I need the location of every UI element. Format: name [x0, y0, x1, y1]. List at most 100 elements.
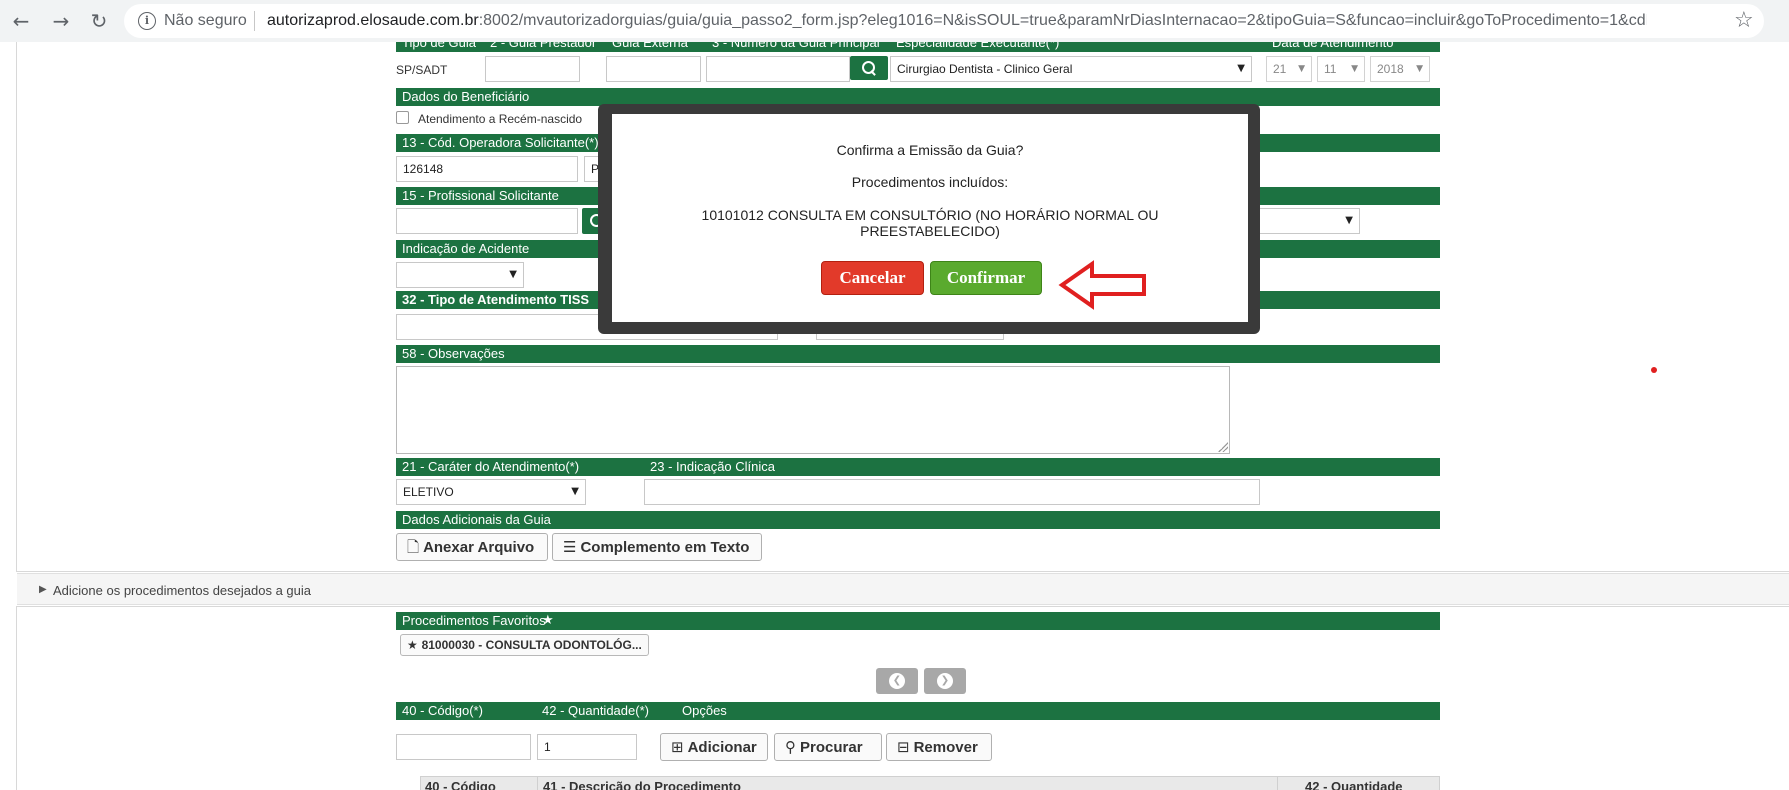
day-select[interactable]: 21 [1266, 56, 1312, 82]
acidente-select[interactable] [396, 262, 524, 288]
acidente-title: Indicação de Acidente [402, 241, 530, 256]
guia-externa-input[interactable] [606, 56, 701, 82]
guide-header-bar: Tipo de Guia 2 - Guia Prestador Guia Ext… [396, 42, 1440, 52]
data-atendimento-label: Data de Atendimento [1272, 42, 1394, 50]
address-bar[interactable]: i Não seguro autorizaprod.elosaude.com.b… [124, 4, 1764, 38]
codigo-label: 40 - Código(*) [402, 703, 483, 718]
anexar-arquivo-button[interactable]: 🗋 Anexar Arquivo [396, 533, 548, 561]
plus-square-icon: ⊞ [671, 738, 684, 756]
next-page-button[interactable]: ❯ [924, 668, 966, 694]
red-dot-marker [1651, 367, 1657, 373]
frame-border [16, 571, 1789, 572]
frame-border [16, 606, 17, 790]
bookmark-star-icon[interactable]: ☆ [1734, 8, 1754, 33]
numero-guia-principal-label: 3 - Número da Guia Principal [712, 42, 880, 50]
next-circle-icon: ❯ [937, 673, 953, 689]
opcoes-label: Opções [682, 703, 727, 718]
search-icon: ⚲ [785, 738, 796, 756]
remover-button[interactable]: ⊟ Remover [886, 733, 992, 761]
recem-nascido-label: Atendimento a Recém-nascido [418, 112, 583, 126]
profissional-title: 15 - Profissional Solicitante [402, 188, 559, 203]
year-select[interactable]: 2018 [1370, 56, 1430, 82]
file-icon: 🗋 [407, 538, 420, 556]
anexar-arquivo-label: Anexar Arquivo [423, 539, 535, 556]
star-icon: ★ [407, 638, 422, 652]
favoritos-header: Procedimentos Favoritos ★ [396, 612, 1440, 630]
favorite-procedure-label: 81000030 - CONSULTA ODONTOLÓG... [421, 638, 642, 652]
procedures-accordion[interactable]: ▶ Adicione os procedimentos desejados a … [17, 573, 1789, 605]
month-select[interactable]: 11 [1317, 56, 1365, 82]
caret-right-icon: ▶ [39, 584, 47, 595]
table-divider [537, 777, 538, 790]
favorite-procedure-chip[interactable]: ★ 81000030 - CONSULTA ODONTOLÓG... [400, 634, 649, 656]
favoritos-title: Procedimentos Favoritos [402, 613, 546, 628]
complemento-texto-button[interactable]: ☰ Complemento em Texto [552, 533, 762, 561]
url-path: :8002/mvautorizadorguias/guia/guia_passo… [478, 12, 1647, 29]
guia-prestador-label: 2 - Guia Prestador [490, 42, 597, 50]
codigo-input[interactable] [396, 734, 531, 760]
table-header-quantidade: 42 - Quantidade [1305, 779, 1403, 790]
table-divider [1277, 777, 1278, 790]
recem-nascido-checkbox[interactable] [396, 111, 409, 124]
adicionar-label: Adicionar [687, 739, 757, 756]
cancel-button[interactable]: Cancelar [821, 261, 924, 295]
url-text[interactable]: autorizaprod.elosaude.com.br:8002/mvauto… [267, 12, 1647, 30]
dialog-procedure-line1: 10101012 CONSULTA EM CONSULTÓRIO (NO HOR… [701, 207, 1159, 223]
observacoes-textarea[interactable] [396, 366, 1230, 454]
confirm-button[interactable]: Confirmar [930, 261, 1042, 295]
url-host: autorizaprod.elosaude.com.br [267, 12, 479, 29]
carater-select[interactable]: ELETIVO [396, 479, 586, 505]
observacoes-title: 58 - Observações [402, 346, 505, 361]
especialidade-label: Especialidade Executante(*) [896, 42, 1060, 50]
procurar-label: Procurar [800, 739, 863, 756]
resize-handle[interactable] [1218, 442, 1228, 452]
operadora-code-input[interactable]: 126148 [396, 156, 578, 182]
forward-arrow-icon[interactable]: → [48, 8, 74, 34]
procurar-button[interactable]: ⚲ Procurar [774, 733, 882, 761]
quantidade-input[interactable]: 1 [537, 734, 637, 760]
browser-toolbar: ← → ↻ i Não seguro autorizaprod.elosaude… [0, 0, 1789, 42]
indicacao-clinica-title: 23 - Indicação Clínica [650, 459, 776, 474]
frame-border [16, 42, 17, 572]
profissional-select[interactable] [1258, 208, 1360, 234]
remover-label: Remover [913, 739, 978, 756]
red-arrow-left-icon [1058, 260, 1146, 310]
operadora-title: 13 - Cód. Operadora Solicitante(*) [402, 135, 599, 150]
observacoes-header: 58 - Observações [396, 345, 1440, 363]
guia-externa-label: Guia Externa [612, 42, 688, 50]
tipo-guia-label: Tipo de Guia [402, 42, 476, 50]
especialidade-select[interactable]: Cirurgiao Dentista - Clinico Geral [890, 56, 1252, 82]
table-header-codigo: 40 - Código [425, 779, 496, 790]
guia-prestador-input[interactable] [485, 56, 580, 82]
not-secure-label[interactable]: Não seguro [164, 12, 247, 30]
star-icon: ★ [542, 613, 554, 628]
tipo-guia-value: SP/SADT [396, 63, 448, 77]
info-icon[interactable]: i [138, 12, 156, 30]
procedimentos-header: 40 - Código(*) 42 - Quantidade(*) Opções [396, 702, 1440, 720]
list-icon: ☰ [563, 538, 577, 556]
reload-icon[interactable]: ↻ [86, 8, 112, 34]
dialog-procedure-line2: PREESTABELECIDO) [860, 223, 1000, 239]
search-icon[interactable] [850, 56, 888, 80]
complemento-texto-label: Complemento em Texto [580, 539, 750, 556]
minus-square-icon: ⊟ [897, 738, 910, 756]
frame-border [16, 606, 1789, 607]
back-arrow-icon[interactable]: ← [8, 8, 34, 34]
profissional-input[interactable] [396, 208, 578, 234]
adicionar-button[interactable]: ⊞ Adicionar [660, 733, 768, 761]
dialog-question: Confirma a Emissão da Guia? [836, 142, 1024, 158]
table-header-descricao: 41 - Descrição do Procedimento [543, 779, 741, 790]
indicacao-clinica-input[interactable] [644, 479, 1260, 505]
quantidade-label: 42 - Quantidade(*) [542, 703, 649, 718]
carater-title: 21 - Caráter do Atendimento(*) [402, 459, 580, 474]
tipo-atendimento-title: 32 - Tipo de Atendimento TISS [402, 292, 590, 307]
numero-guia-principal-input[interactable] [706, 56, 850, 82]
carater-header: 21 - Caráter do Atendimento(*) 23 - Indi… [396, 458, 1440, 476]
prev-circle-icon: ❮ [889, 673, 905, 689]
adicionais-header: Dados Adicionais da Guia [396, 511, 1440, 529]
procedures-table-header: 40 - Código 41 - Descrição do Procedimen… [420, 776, 1440, 790]
prev-page-button[interactable]: ❮ [876, 668, 918, 694]
dialog-included-label: Procedimentos incluídos: [851, 174, 1009, 190]
accordion-label: Adicione os procedimentos desejados a gu… [53, 583, 312, 598]
omnibox-separator [254, 11, 255, 31]
